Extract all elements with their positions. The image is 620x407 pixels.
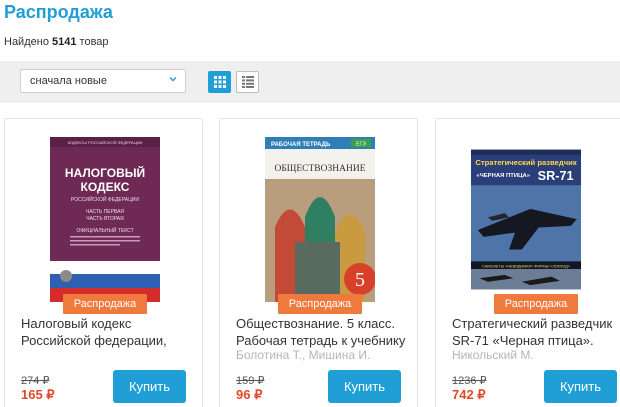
list-icon [242, 76, 254, 88]
book-cover-image[interactable]: РАБОЧАЯ ТЕТРАДЬ ЕГЭ ОБЩЕСТВОЗНАНИЕ 5 [265, 137, 375, 302]
cover-line2-text: «ЧЕРНАЯ ПТИЦА» [476, 173, 530, 179]
old-price: 159 ₽ [236, 375, 265, 387]
catalog-toolbar: сначала новые [0, 61, 620, 103]
page-title: Распродажа [4, 2, 113, 22]
cover-header-text: КОДЕКСЫ РОССИЙСКОЙ ФЕДЕРАЦИИ [68, 140, 143, 145]
cover-subject-text: ОБЩЕСТВОЗНАНИЕ [274, 164, 365, 174]
sort-select[interactable]: сначала новые [20, 69, 186, 93]
cover-title-line4: ЧАСТЬ ПЕРВАЯ [86, 209, 124, 215]
cover-title-line2: КОДЕКС [81, 180, 130, 194]
product-title[interactable]: Обществознание. 5 класс. Рабочая тетрадь… [236, 315, 411, 349]
buy-button[interactable]: Купить [113, 370, 186, 403]
cover-line1-text: Стратегический разведчик [475, 158, 576, 167]
product-title[interactable]: Стратегический разведчик SR-71 «Черная п… [452, 315, 620, 349]
sale-price: 96 ₽ [236, 387, 263, 402]
cover-tag-text: ЕГЭ [356, 142, 366, 148]
product-card[interactable]: КОДЕКСЫ РОССИЙСКОЙ ФЕДЕРАЦИИ НАЛОГОВЫЙ К… [4, 118, 203, 407]
chevron-down-icon [169, 77, 177, 82]
sale-badge: Распродажа [278, 294, 362, 314]
results-count-prefix: Найдено [4, 36, 49, 48]
product-card[interactable]: РАБОЧАЯ ТЕТРАДЬ ЕГЭ ОБЩЕСТВОЗНАНИЕ 5 Рас… [219, 118, 418, 407]
product-author: Никольский М. [452, 348, 534, 362]
coat-of-arms-icon [60, 270, 72, 282]
cover-title-line3: РОССИЙСКОЙ ФЕДЕРАЦИИ [71, 195, 139, 203]
old-price: 1236 ₽ [452, 375, 487, 387]
product-title[interactable]: Налоговый кодекс Российской федерации, [21, 315, 196, 349]
cover-bottom-text: САМОЛЕТЫ «НЕВИДИМКИ» ФИРМЫ «ЛОКХИД» [482, 264, 570, 268]
list-view-button[interactable] [236, 71, 259, 93]
grid-icon [214, 76, 226, 88]
cover-title-line6: ОФИЦИАЛЬНЫЙ ТЕКСТ [76, 226, 133, 234]
sale-price: 165 ₽ [21, 387, 55, 402]
buy-button[interactable]: Купить [328, 370, 401, 403]
cover-workbook-text: РАБОЧАЯ ТЕТРАДЬ [271, 142, 331, 148]
cover-line3-text: SR-71 [538, 169, 574, 183]
old-price: 274 ₽ [21, 375, 50, 387]
book-cover-image[interactable]: Стратегический разведчик «ЧЕРНАЯ ПТИЦА» … [471, 137, 581, 302]
cover-title-line1: НАЛОГОВЫЙ [65, 165, 145, 180]
sale-badge: Распродажа [494, 294, 578, 314]
results-count-suffix: товар [79, 36, 109, 48]
product-author: Болотина Т., Мишина И. [236, 348, 371, 362]
buy-button[interactable]: Купить [544, 370, 617, 403]
cover-title-line5: ЧАСТЬ ВТОРАЯ [86, 216, 124, 222]
cover-grade-text: 5 [355, 269, 365, 291]
sale-price: 742 ₽ [452, 387, 486, 402]
sale-badge: Распродажа [63, 294, 147, 314]
sort-select-value: сначала новые [30, 75, 107, 87]
book-cover-image[interactable]: КОДЕКСЫ РОССИЙСКОЙ ФЕДЕРАЦИИ НАЛОГОВЫЙ К… [50, 137, 160, 302]
grid-view-button[interactable] [208, 71, 231, 93]
results-count: Найдено 5141 товар [4, 36, 109, 48]
results-count-number: 5141 [52, 36, 77, 48]
product-card[interactable]: Стратегический разведчик «ЧЕРНАЯ ПТИЦА» … [435, 118, 620, 407]
